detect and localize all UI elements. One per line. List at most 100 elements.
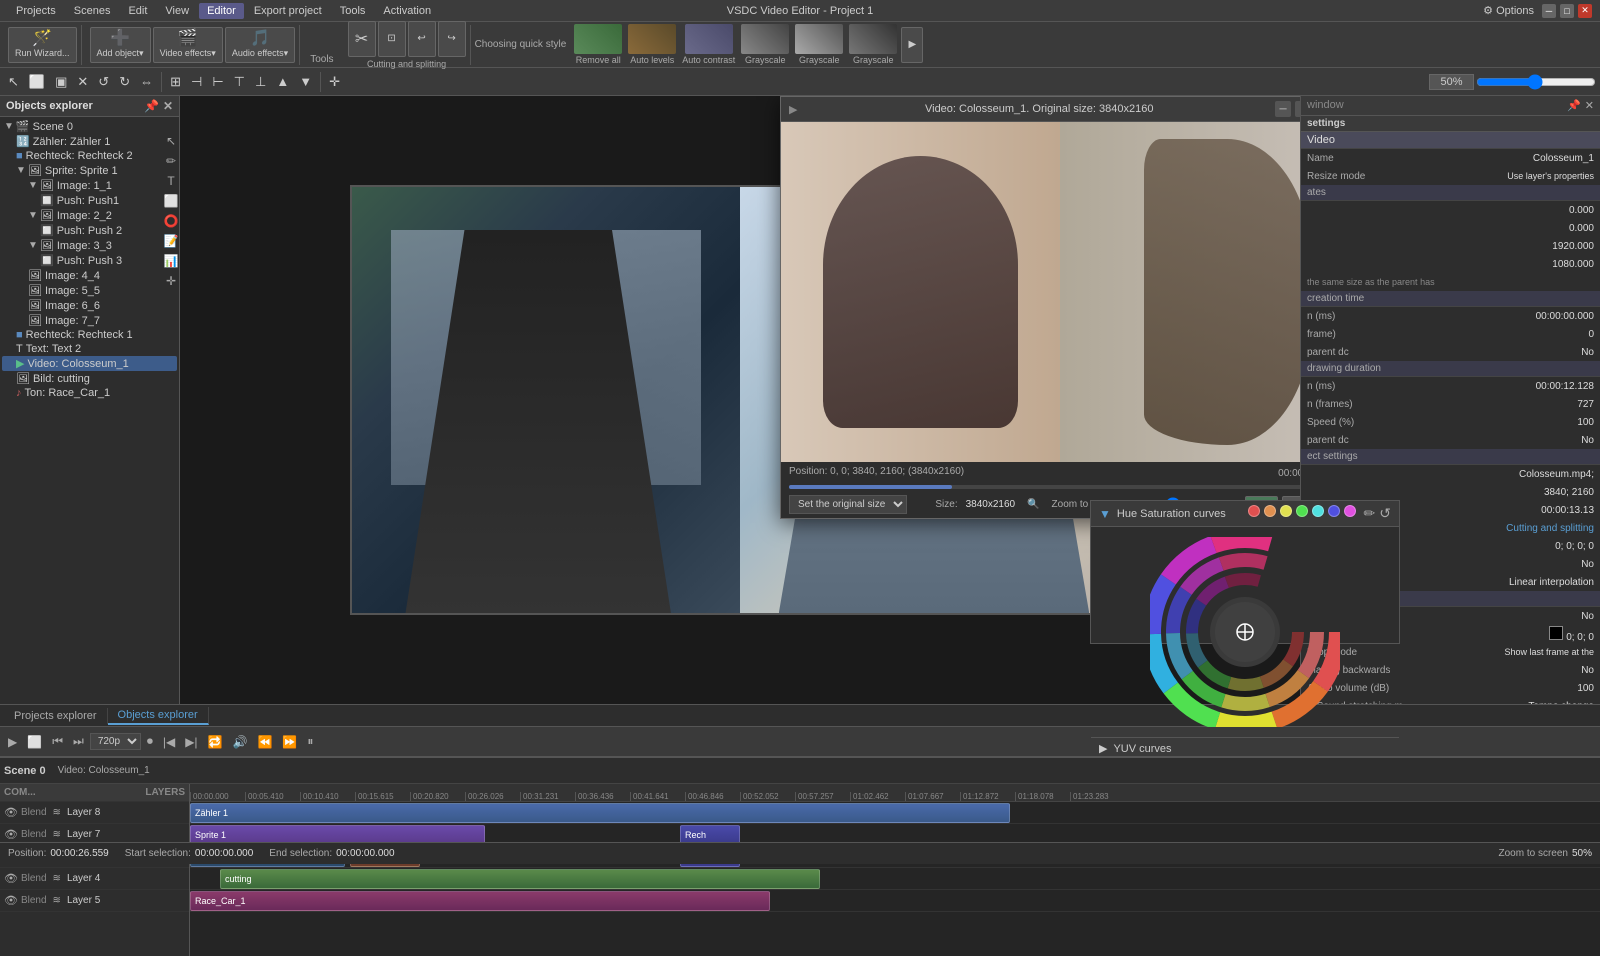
tree-sprite1[interactable]: ▼ 🖼 Sprite: Sprite 1	[2, 163, 177, 178]
grid-tool[interactable]: ⊞	[166, 72, 185, 92]
qs-grayscale-1[interactable]: Grayscale	[739, 22, 791, 67]
hue-reset-icon[interactable]: ↺	[1379, 505, 1391, 522]
yuv-section-header[interactable]: ▶ YUV curves	[1091, 737, 1399, 759]
pin-right-icon[interactable]: 📌	[1567, 99, 1581, 112]
tree-rechteck2[interactable]: ■ Rechteck: Rechteck 2	[2, 149, 177, 163]
run-wizard-button[interactable]: 🪄 Run Wizard...	[8, 27, 77, 63]
tree-colosseum1[interactable]: ▶ Video: Colosseum_1	[2, 356, 177, 371]
pause-btn[interactable]: ⏸	[303, 732, 317, 751]
more-styles-button[interactable]: ▶	[901, 27, 923, 63]
zoom-slider[interactable]	[1476, 74, 1596, 90]
split-tool[interactable]: ⊡	[378, 21, 406, 57]
close-button[interactable]: ✕	[1578, 4, 1592, 18]
move-down-tool[interactable]: ▼	[295, 72, 316, 91]
tree-push2[interactable]: 🔲 Push: Push 2	[2, 223, 177, 238]
rotate-right-tool[interactable]: ↻	[115, 72, 134, 92]
track-eye-4[interactable]: 👁	[4, 872, 18, 885]
align-top-tool[interactable]: ⊤	[230, 72, 249, 92]
menu-export[interactable]: Export project	[246, 3, 330, 19]
qs-auto-contrast[interactable]: Auto contrast	[680, 22, 737, 67]
pin-icon[interactable]: 📌	[144, 99, 159, 113]
draw-btn[interactable]: ✏	[162, 152, 180, 170]
hue-wheel-svg[interactable]	[1150, 537, 1340, 727]
audio-effects-button[interactable]: 🎵 Audio effects▾	[225, 27, 295, 63]
hue-orange-btn[interactable]	[1264, 505, 1276, 517]
menu-editor[interactable]: Editor	[199, 3, 244, 19]
select-all-tool[interactable]: ⬜	[25, 72, 49, 92]
tree-image3[interactable]: ▼ 🖼 Image: 3_3	[2, 238, 177, 253]
collapse-hue-icon[interactable]: ▼	[1099, 507, 1111, 521]
hue-red-btn[interactable]	[1248, 505, 1260, 517]
undo-btn[interactable]: ↩	[408, 21, 436, 57]
zoom-input[interactable]	[1429, 74, 1474, 90]
tree-bild-cutting[interactable]: 🖼 Bild: cutting	[2, 371, 177, 386]
track-eye-7[interactable]: 👁	[4, 828, 18, 841]
flip-h-tool[interactable]: ⇔	[136, 72, 157, 91]
options-button[interactable]: ⚙ Options	[1483, 4, 1534, 17]
menu-edit[interactable]: Edit	[120, 3, 155, 19]
zoom-in-btn[interactable]: 🔍	[1023, 497, 1043, 512]
objects-explorer-tab[interactable]: Objects explorer	[108, 707, 209, 725]
align-right-tool[interactable]: ⊢	[208, 72, 227, 92]
menu-view[interactable]: View	[157, 3, 197, 19]
tree-image1[interactable]: ▼ 🖼 Image: 1_1	[2, 178, 177, 193]
hue-magenta-btn[interactable]	[1344, 505, 1356, 517]
tree-zahler1[interactable]: 🔢 Zähler: Zähler 1	[2, 134, 177, 149]
tree-push1[interactable]: 🔲 Push: Push1	[2, 193, 177, 208]
text-btn[interactable]: T	[162, 172, 180, 190]
record-btn[interactable]: ⏺	[143, 732, 157, 751]
shape-btn[interactable]: ⬜	[162, 192, 180, 210]
color-swatch[interactable]	[1549, 626, 1563, 640]
dialog-minimize-btn[interactable]: ─	[1275, 101, 1291, 117]
tree-image7[interactable]: 🖼 Image: 7_7	[2, 313, 177, 328]
prev-frame-btn[interactable]: ⏮	[48, 732, 67, 751]
tree-scene0[interactable]: ▼ 🎬 Scene 0	[2, 119, 177, 134]
menu-scenes[interactable]: Scenes	[66, 3, 119, 19]
fast-forward-btn[interactable]: ⏩	[278, 733, 301, 751]
dialog-maximize-btn[interactable]: □	[1295, 101, 1300, 117]
delete-tool[interactable]: ✕	[73, 72, 92, 92]
maximize-button[interactable]: □	[1560, 4, 1574, 18]
cursor-tool[interactable]: ↖	[4, 72, 23, 92]
menu-activation[interactable]: Activation	[375, 3, 439, 19]
marker-start-btn[interactable]: |◀	[159, 733, 179, 751]
qs-auto-levels[interactable]: Auto levels	[626, 22, 678, 67]
tree-image4[interactable]: 🖼 Image: 4_4	[2, 268, 177, 283]
tree-image5[interactable]: 🖼 Image: 5_5	[2, 283, 177, 298]
tree-image2[interactable]: ▼ 🖼 Image: 2_2	[2, 208, 177, 223]
hue-blue-btn[interactable]	[1328, 505, 1340, 517]
align-bottom-tool[interactable]: ⊥	[251, 72, 270, 92]
close-right-icon[interactable]: ✕	[1585, 99, 1594, 112]
track-eye-5[interactable]: 👁	[4, 894, 18, 907]
qs-remove-all[interactable]: Remove all	[572, 22, 624, 67]
tree-rechteck1[interactable]: ■ Rechteck: Rechteck 1	[2, 328, 177, 342]
circle-btn[interactable]: ⭕	[162, 212, 180, 230]
stop-btn[interactable]: ⬜	[23, 733, 46, 751]
hue-yellow-btn[interactable]	[1280, 505, 1292, 517]
tree-ton-race[interactable]: ♪ Ton: Race_Car_1	[2, 386, 177, 400]
video-progress-bar[interactable]	[789, 485, 1300, 489]
clip-race-car1[interactable]: Race_Car_1	[190, 891, 770, 911]
next-frame-btn[interactable]: ⏭	[69, 732, 88, 751]
select-rect-tool[interactable]: ▣	[51, 72, 71, 92]
loop-btn[interactable]: 🔁	[204, 733, 227, 751]
arrow-cursor-btn[interactable]: ↖	[162, 132, 180, 150]
minimize-button[interactable]: ─	[1542, 4, 1556, 18]
cut-tool[interactable]: ✂	[348, 21, 376, 57]
add-object-button[interactable]: ➕ Add object▾	[90, 27, 151, 63]
text2-btn[interactable]: 📝	[162, 232, 180, 250]
menu-tools[interactable]: Tools	[332, 3, 374, 19]
close-panel-icon[interactable]: ✕	[163, 99, 173, 113]
clip-cutting[interactable]: cutting	[220, 869, 820, 889]
hue-cyan-btn[interactable]	[1312, 505, 1324, 517]
mute-btn[interactable]: 🔊	[229, 733, 252, 751]
track-eye-8[interactable]: 👁	[4, 806, 18, 819]
chart-btn[interactable]: 📊	[162, 252, 180, 270]
video-effects-button[interactable]: 🎬 Video effects▾	[153, 27, 223, 63]
play-btn[interactable]: ▶	[4, 733, 21, 751]
align-left-tool[interactable]: ⊣	[187, 72, 206, 92]
qs-grayscale-2[interactable]: Grayscale	[793, 22, 845, 67]
skip-back-btn[interactable]: ⏪	[253, 733, 276, 751]
marker-end-btn[interactable]: ▶|	[181, 733, 201, 751]
projects-explorer-tab[interactable]: Projects explorer	[4, 708, 108, 724]
